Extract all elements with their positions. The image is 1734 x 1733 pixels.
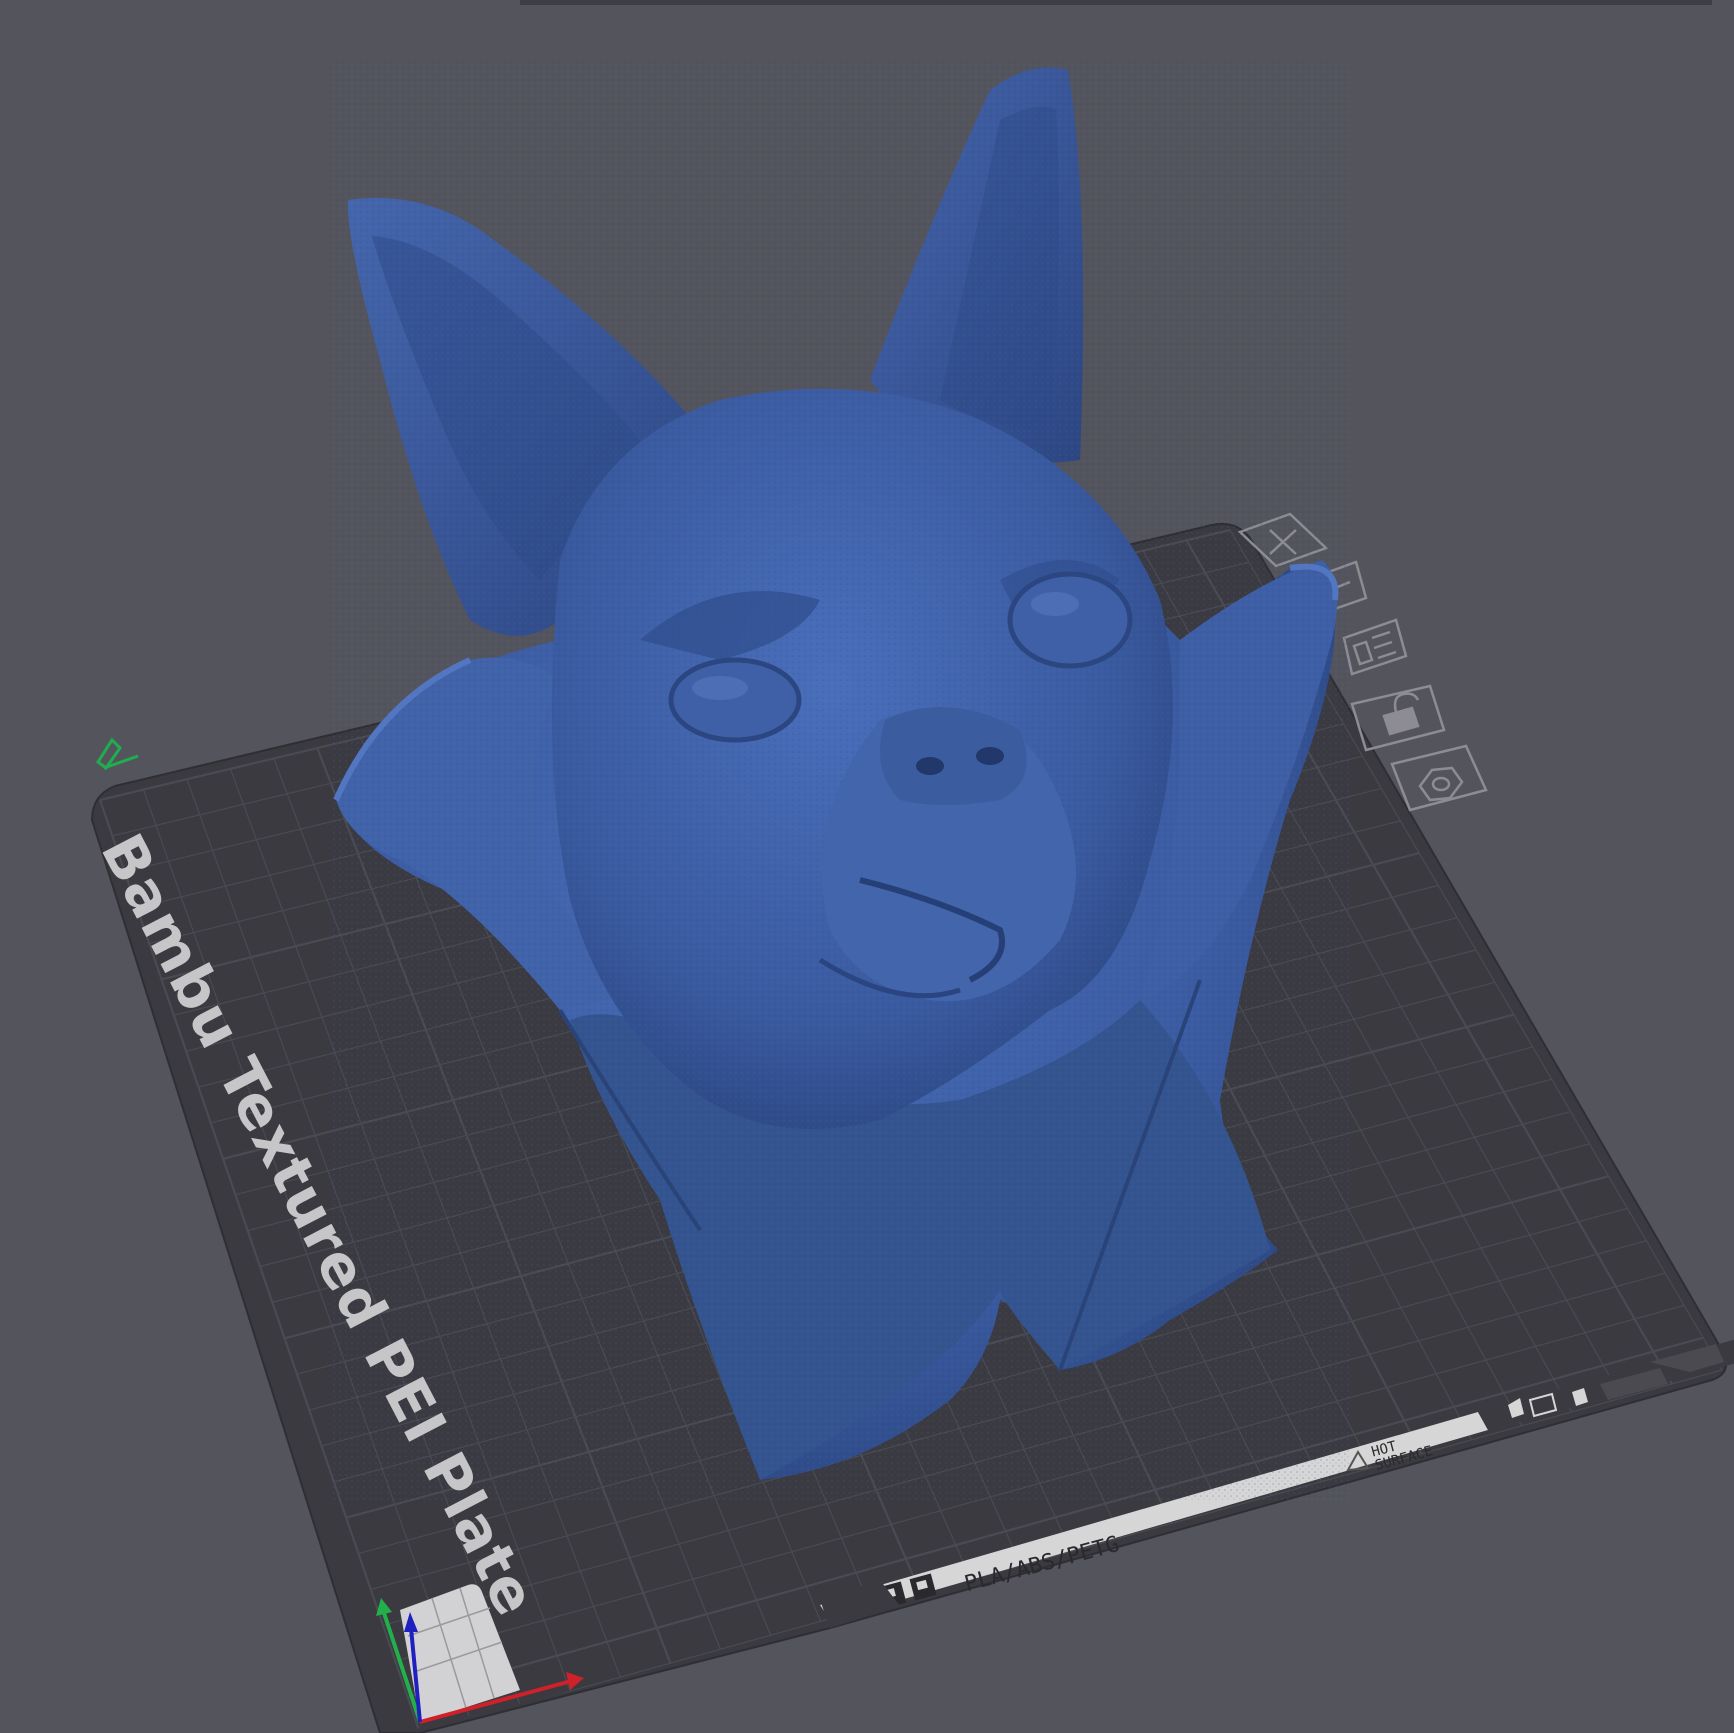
arrange-button[interactable] — [1342, 618, 1408, 676]
arrange-icon — [1352, 630, 1397, 666]
scene-canvas[interactable] — [0, 0, 1734, 1733]
settings-icon — [1418, 766, 1464, 802]
3d-viewport[interactable]: Bambu Textured PEI Plate PLA/ABS/PETG HO… — [0, 0, 1734, 1733]
close-icon — [1269, 529, 1297, 555]
unlock-icon — [1382, 692, 1420, 736]
pencil-icon — [95, 737, 139, 771]
plate-settings-button[interactable] — [1390, 744, 1488, 812]
